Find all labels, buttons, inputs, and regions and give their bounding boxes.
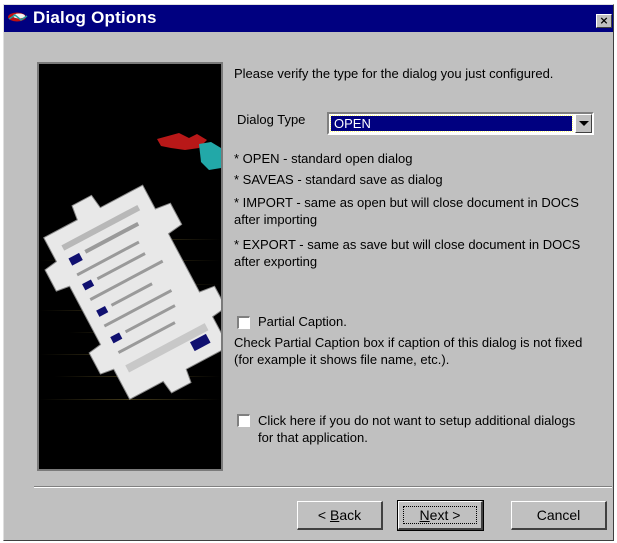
no-additional-dialogs-label[interactable]: Click here if you do not want to setup a… bbox=[258, 412, 580, 446]
back-button[interactable]: < Back bbox=[297, 501, 383, 530]
description-saveas: * SAVEAS - standard save as dialog bbox=[234, 172, 443, 187]
cancel-button[interactable]: Cancel bbox=[511, 501, 607, 530]
close-icon: × bbox=[599, 14, 609, 27]
description-export: * EXPORT - same as save but will close d… bbox=[234, 237, 581, 269]
intro-text: Please verify the type for the dialog yo… bbox=[234, 66, 554, 81]
description-open: * OPEN - standard open dialog bbox=[234, 151, 413, 166]
next-label-mnemonic: N bbox=[419, 507, 430, 523]
partial-caption-help: Check Partial Caption box if caption of … bbox=[234, 335, 583, 367]
close-button[interactable]: × bbox=[596, 14, 612, 28]
dialog-type-select[interactable]: OPEN bbox=[327, 112, 594, 135]
title-bar[interactable]: Dialog Options × bbox=[4, 5, 613, 32]
divider bbox=[34, 486, 612, 488]
app-icon bbox=[8, 12, 28, 22]
dialog-window: Dialog Options × Please verify the type … bbox=[3, 4, 614, 541]
no-additional-dialogs-checkbox[interactable] bbox=[237, 414, 250, 427]
gear-puzzle-illustration bbox=[37, 62, 223, 471]
chevron-down-icon[interactable] bbox=[575, 114, 592, 133]
partial-caption-checkbox[interactable] bbox=[237, 316, 250, 329]
dialog-type-selected-value[interactable]: OPEN bbox=[330, 115, 573, 132]
dialog-type-label: Dialog Type bbox=[237, 112, 306, 127]
back-label-rest: ack bbox=[339, 507, 362, 523]
partial-caption-label[interactable]: Partial Caption. bbox=[258, 314, 347, 329]
description-import: * IMPORT - same as open but will close d… bbox=[234, 195, 579, 227]
next-button[interactable]: Next > bbox=[397, 500, 484, 531]
next-label-rest: ext bbox=[429, 507, 449, 523]
next-label-suffix: > bbox=[448, 507, 461, 523]
window-title: Dialog Options bbox=[33, 8, 157, 27]
back-label-mnemonic: B bbox=[329, 507, 340, 523]
back-label-prefix: < bbox=[317, 507, 330, 523]
